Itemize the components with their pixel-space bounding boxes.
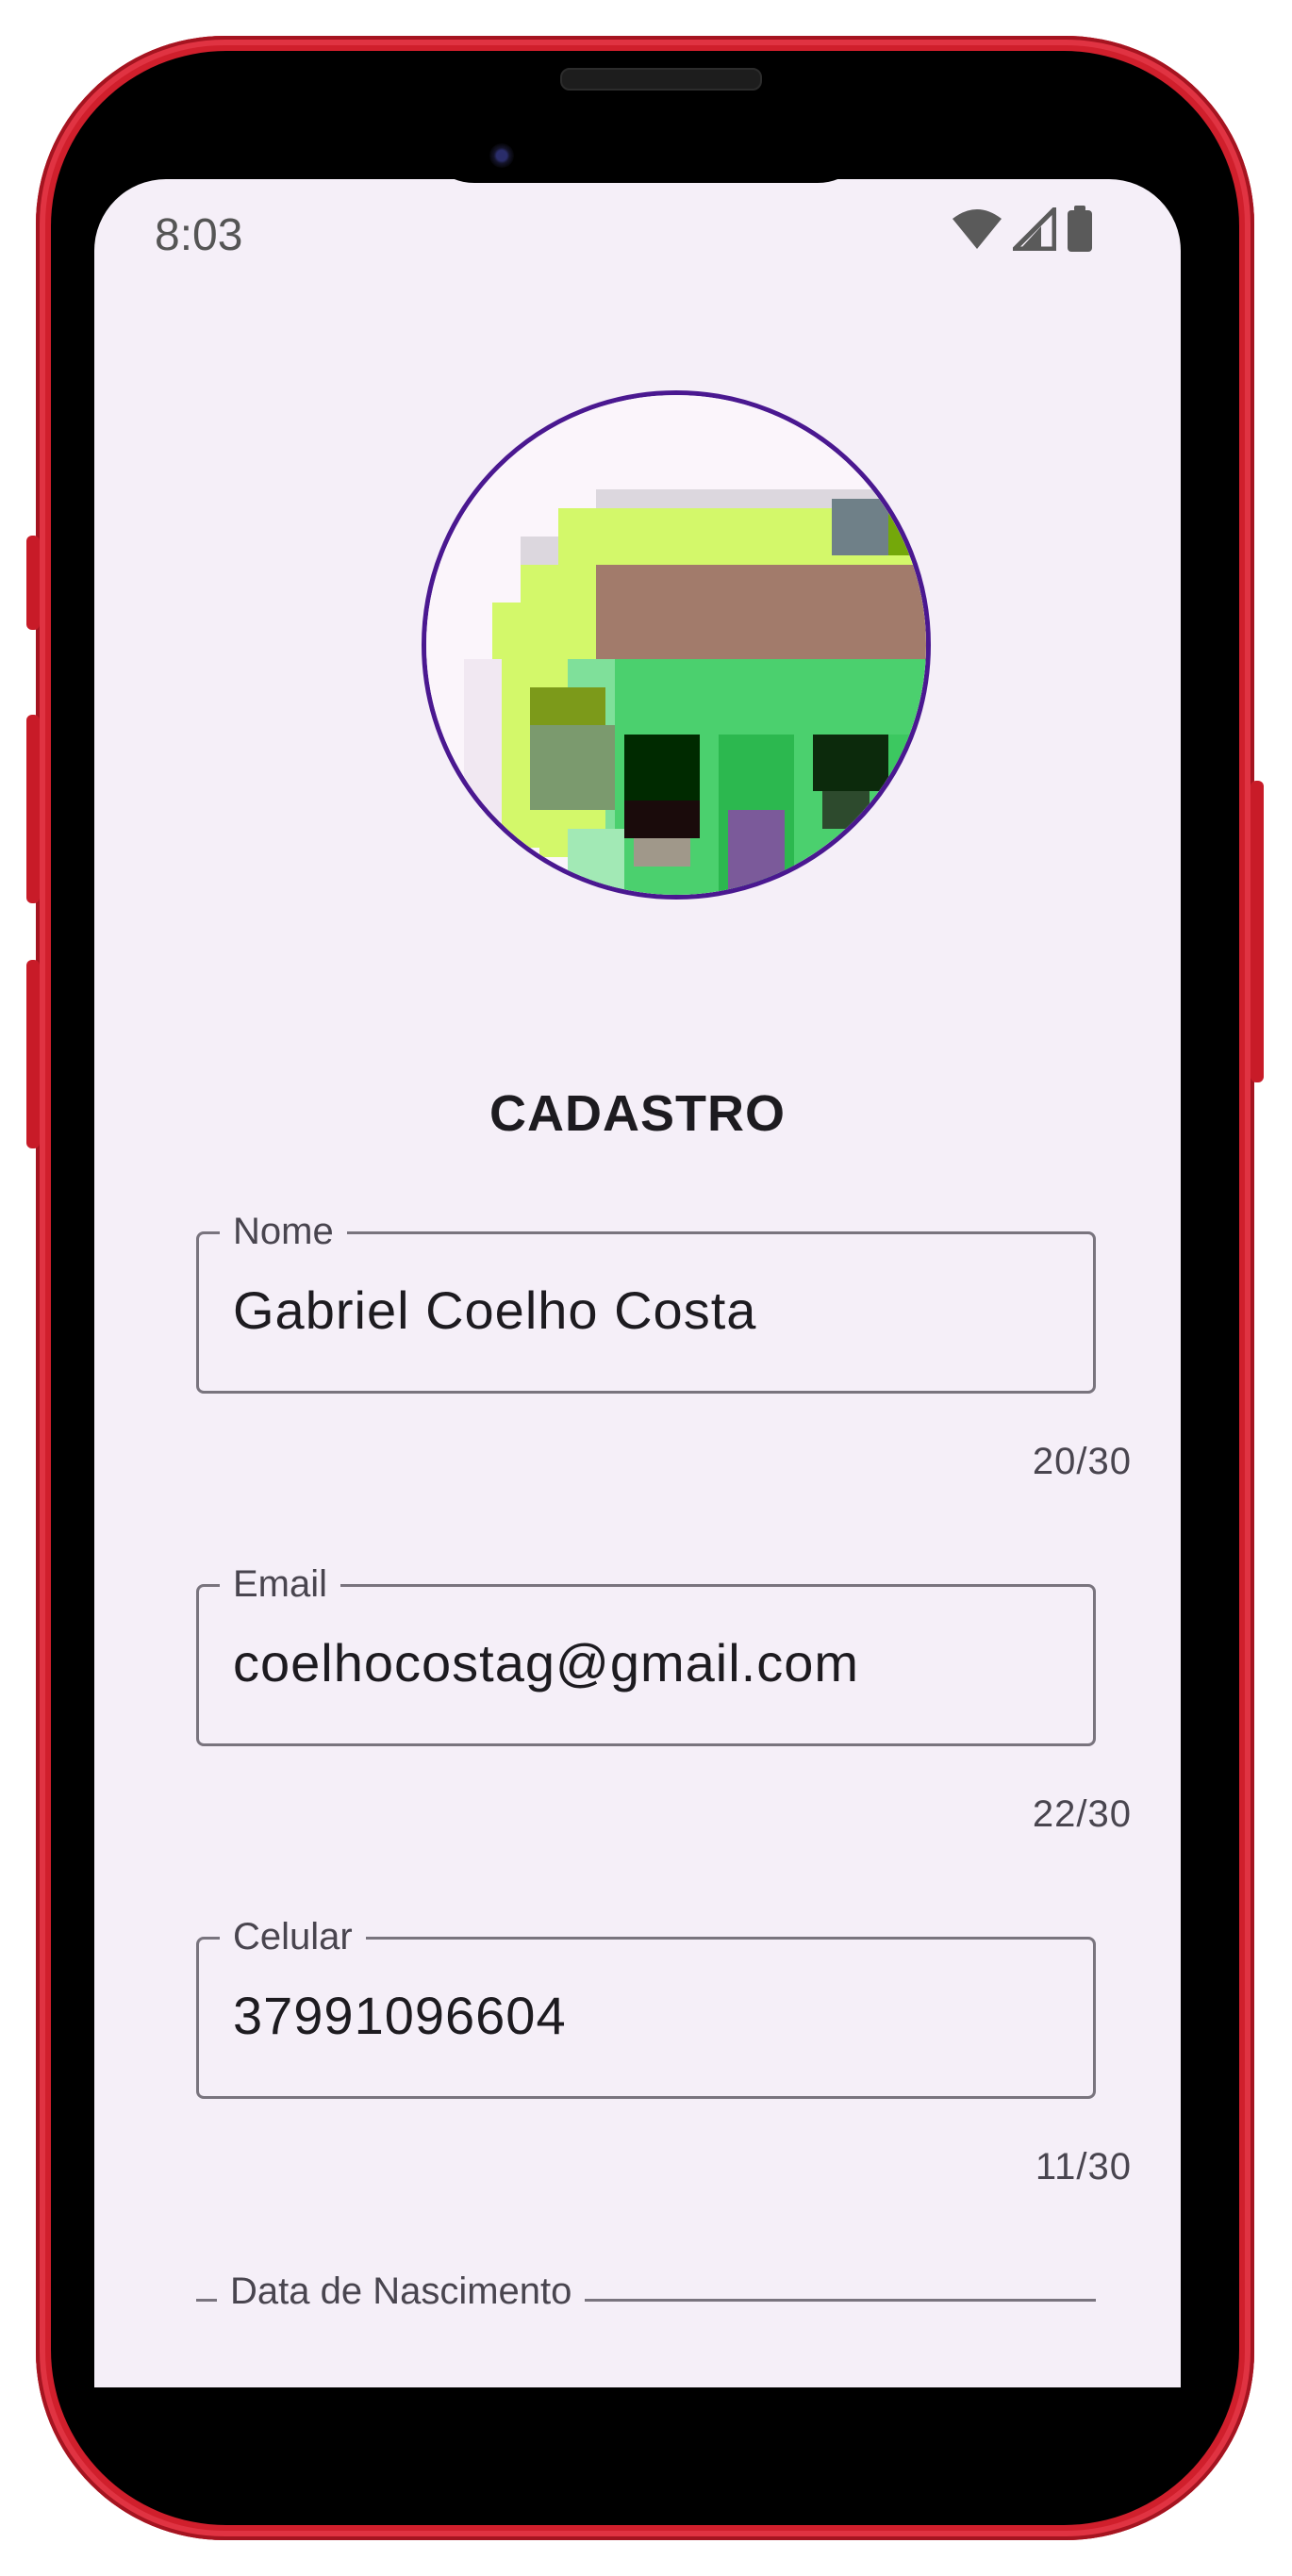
phone-field-value[interactable]: 37991096604 (233, 1985, 567, 2046)
status-bar: 8:03 (94, 179, 1181, 264)
phone-char-counter: 11/30 (1035, 2146, 1132, 2188)
email-field[interactable]: Email coelhocostag@gmail.com (196, 1559, 1096, 1746)
side-button-volume-up (26, 715, 40, 903)
phone-field[interactable]: Celular 37991096604 (196, 1911, 1096, 2099)
birthdate-field-label: Data de Nascimento (217, 2272, 586, 2313)
name-field-value[interactable]: Gabriel Coelho Costa (233, 1280, 756, 1341)
battery-icon (1068, 206, 1092, 252)
name-field[interactable]: Nome Gabriel Coelho Costa (196, 1206, 1096, 1394)
side-button-volume-down (26, 960, 40, 1148)
status-time: 8:03 (155, 210, 243, 260)
camera-notch (418, 92, 874, 183)
page-title: CADASTRO (489, 1085, 786, 1142)
signal-icon (1013, 207, 1056, 251)
status-icons (951, 206, 1094, 253)
profile-avatar[interactable] (422, 390, 931, 900)
earpiece-speaker (560, 68, 762, 91)
email-char-counter: 22/30 (1032, 1793, 1132, 1835)
phone-frame: 8:03 CADASTRO Nome Gabriel Coelho Costa … (26, 36, 1264, 2540)
profile-avatar-image (426, 395, 926, 895)
phone-field-label: Celular (220, 1911, 366, 1962)
wifi-icon (952, 209, 1002, 249)
name-char-counter: 20/30 (1032, 1441, 1132, 1482)
birthdate-field[interactable]: Data de Nascimento (196, 2272, 1096, 2316)
email-field-value[interactable]: coelhocostag@gmail.com (233, 1632, 859, 1693)
email-field-label: Email (220, 1559, 341, 1610)
front-camera-icon (489, 143, 514, 168)
side-button-mute (26, 536, 40, 630)
name-field-label: Nome (220, 1206, 347, 1257)
side-button-power (1251, 781, 1264, 1082)
